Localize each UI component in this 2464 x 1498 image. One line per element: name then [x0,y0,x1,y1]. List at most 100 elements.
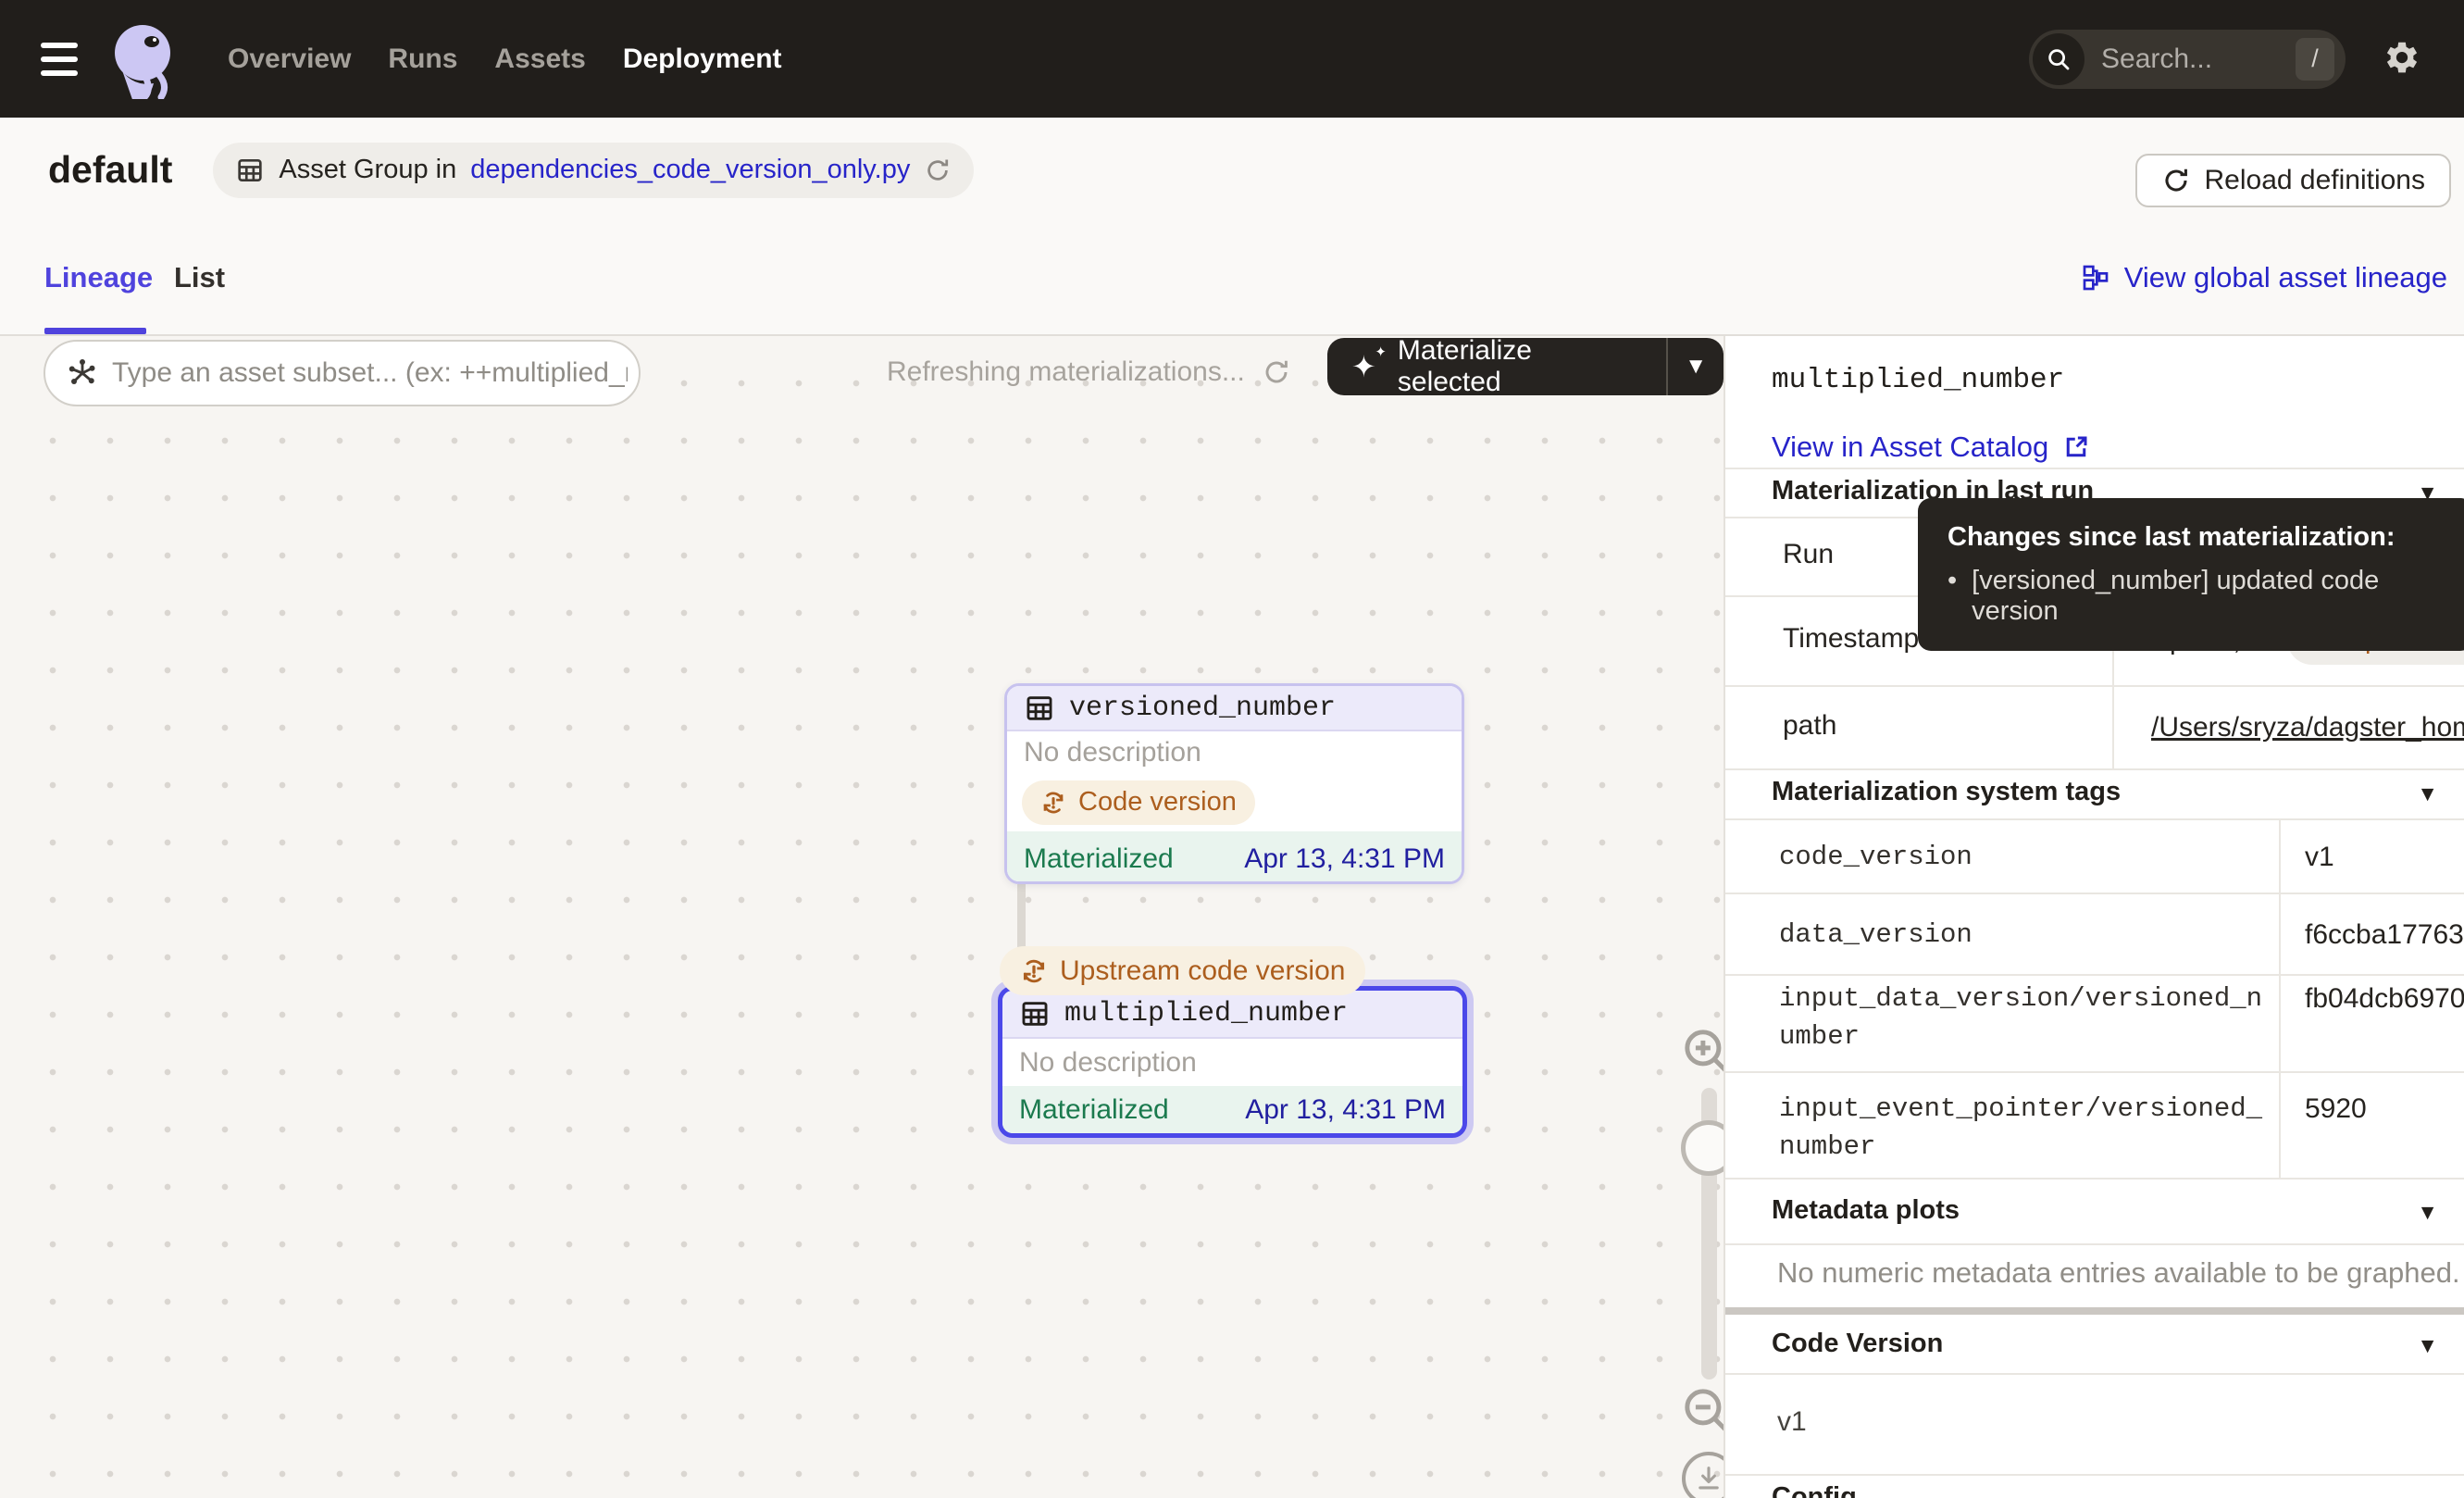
section-divider [1725,1307,2464,1315]
settings-gear-icon[interactable] [2381,38,2423,81]
changes-tooltip-title: Changes since last materialization: [1948,522,2444,553]
reload-definitions-button[interactable]: Reload definitions [2135,154,2452,207]
asset-graph-filter-icon [66,356,99,390]
refreshing-label: Refreshing materializations... [887,356,1245,388]
refresh-icon[interactable] [924,156,952,184]
nav-item-overview[interactable]: Overview [228,36,351,82]
section-header-metadata-plots[interactable]: Metadata plots [1772,1195,1960,1226]
tab-list[interactable]: List [174,261,225,294]
panel-asset-name: multiplied_number [1772,364,2064,396]
divider [1725,1373,2464,1375]
divider [1725,468,2464,469]
nav-item-runs[interactable]: Runs [388,36,457,82]
collapse-caret-icon[interactable]: ▼ [2417,1333,2438,1358]
global-search[interactable]: / [2029,30,2346,89]
tag-value: f6ccba177638 [2305,919,2464,951]
materialize-split-button: ✦✦ Materialize selected ▼ [1327,338,1724,395]
menu-icon[interactable] [41,43,78,76]
view-in-asset-catalog-link[interactable]: View in Asset Catalog [1772,431,2090,464]
external-link-icon [2062,433,2090,461]
asset-node-name: versioned_number [1069,693,1336,724]
asset-group-icon [235,156,265,185]
code-version-changed-icon [1020,957,1048,985]
materialize-selected-label: Materialize selected [1398,338,1642,395]
divider [1725,1474,2464,1476]
section-header-system-tags[interactable]: Materialization system tags [1772,777,2121,807]
asset-group-prefix: Asset Group in [279,155,456,185]
asset-table-icon [1019,998,1051,1030]
divider [1725,893,2464,894]
row-key-run: Run [1783,539,1834,570]
lineage-graph-canvas[interactable]: Refreshing materializations... ✦✦ Materi… [0,336,1724,1498]
sparkle-icon: ✦✦ [1351,351,1383,382]
top-nav: Overview Runs Assets Deployment / [0,0,2464,118]
asset-detail-panel: multiplied_number View in Asset Catalog … [1724,336,2464,1498]
changes-tooltip: Changes since last materialization: • [v… [1918,498,2464,651]
tag-value: 5920 [2305,1093,2367,1125]
code-version-changed-icon [1040,790,1066,816]
collapse-caret-icon[interactable]: ▼ [2417,1200,2438,1225]
column-divider [2279,818,2281,1178]
asset-node-description: No description [1002,1039,1462,1086]
search-icon [2033,33,2084,85]
upstream-code-version-badge[interactable]: Upstream code version [1000,946,1365,995]
asset-node-versioned-number[interactable]: versioned_number No description Code ver… [1004,683,1464,884]
dagster-logo-icon[interactable] [106,19,185,99]
divider [1725,1243,2464,1245]
asset-group-file-link[interactable]: dependencies_code_version_only.py [470,155,910,185]
divider [1725,768,2464,770]
tag-value: v1 [2305,842,2334,873]
tag-key: input_event_pointer/versioned_number [1779,1090,2268,1166]
refresh-icon[interactable] [1262,357,1291,387]
asset-subset-input[interactable] [112,357,628,389]
view-global-asset-lineage-label: View global asset lineage [2124,261,2447,294]
tab-lineage[interactable]: Lineage [44,261,153,294]
view-global-asset-lineage-link[interactable]: View global asset lineage [2081,261,2447,294]
materialize-dropdown-caret[interactable]: ▼ [1668,338,1724,395]
active-tab-underline [44,328,146,334]
section-header-code-version[interactable]: Code Version [1772,1329,1943,1359]
divider [1725,685,2464,687]
asset-node-header: versioned_number [1007,686,1462,731]
dagster-app: Overview Runs Assets Deployment / defaul… [0,0,2464,1498]
asset-table-icon [1024,693,1055,724]
materialization-timestamp-link[interactable]: Apr 13, 4:31 PM [1244,843,1445,875]
bullet: • [1948,566,1957,627]
nav-item-deployment[interactable]: Deployment [623,36,782,82]
asset-node-header: multiplied_number [1002,991,1462,1039]
tag-key: data_version [1779,916,2268,954]
download-graph-icon[interactable] [1682,1452,1724,1498]
materialized-status: Materialized [1024,843,1174,875]
nav-item-assets[interactable]: Assets [494,36,585,82]
path-value-link[interactable]: /Users/sryza/dagster_home/storage/multip [2151,712,2464,743]
section-header-config[interactable]: Config [1772,1482,1857,1498]
metadata-plots-empty-text: No numeric metadata entries available to… [1777,1256,2460,1290]
primary-nav: Overview Runs Assets Deployment [228,36,782,82]
search-shortcut-hint: / [2296,38,2334,81]
tag-key: code_version [1779,838,2268,876]
tag-key: input_data_version/versioned_number [1779,980,2268,1055]
asset-subset-filter [44,340,641,406]
zoom-slider-handle[interactable] [1681,1120,1724,1176]
divider [1725,1178,2464,1180]
zoom-in-icon[interactable] [1676,1021,1724,1082]
page-header: default Asset Group in dependencies_code… [0,118,2464,222]
zoom-out-icon[interactable] [1676,1380,1724,1442]
tabs-row: Lineage List View global asset lineage [0,222,2464,336]
upstream-code-version-label: Upstream code version [1060,955,1345,987]
code-version-chip-label: Code version [1078,787,1237,818]
reload-definitions-label: Reload definitions [2205,165,2426,196]
reload-icon [2161,166,2191,195]
materialized-status: Materialized [1019,1094,1169,1126]
divider [1725,1071,2464,1073]
asset-node-footer: Materialized Apr 13, 4:31 PM [1002,1086,1462,1133]
page-title: default [48,148,172,192]
search-input[interactable] [2084,44,2296,75]
code-version-chip: Code version [1022,780,1255,825]
asset-node-multiplied-number[interactable]: multiplied_number No description Materia… [998,986,1467,1138]
row-key-timestamp: Timestamp [1783,623,1919,655]
collapse-caret-icon[interactable]: ▼ [2417,781,2438,806]
materialization-timestamp-link[interactable]: Apr 13, 4:31 PM [1245,1094,1446,1126]
asset-node-footer: Materialized Apr 13, 4:31 PM [1007,831,1462,884]
materialize-selected-button[interactable]: ✦✦ Materialize selected [1327,338,1666,395]
